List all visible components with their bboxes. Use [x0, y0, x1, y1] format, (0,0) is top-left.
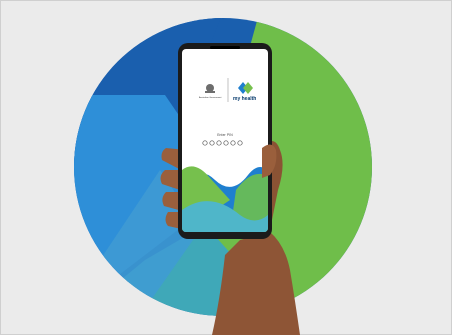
pin-prompt: Enter PIN: [217, 133, 233, 137]
government-logo-label: Australian Government: [199, 97, 222, 99]
app-name-label: my health: [233, 96, 257, 102]
illustration-scene: [74, 18, 372, 335]
